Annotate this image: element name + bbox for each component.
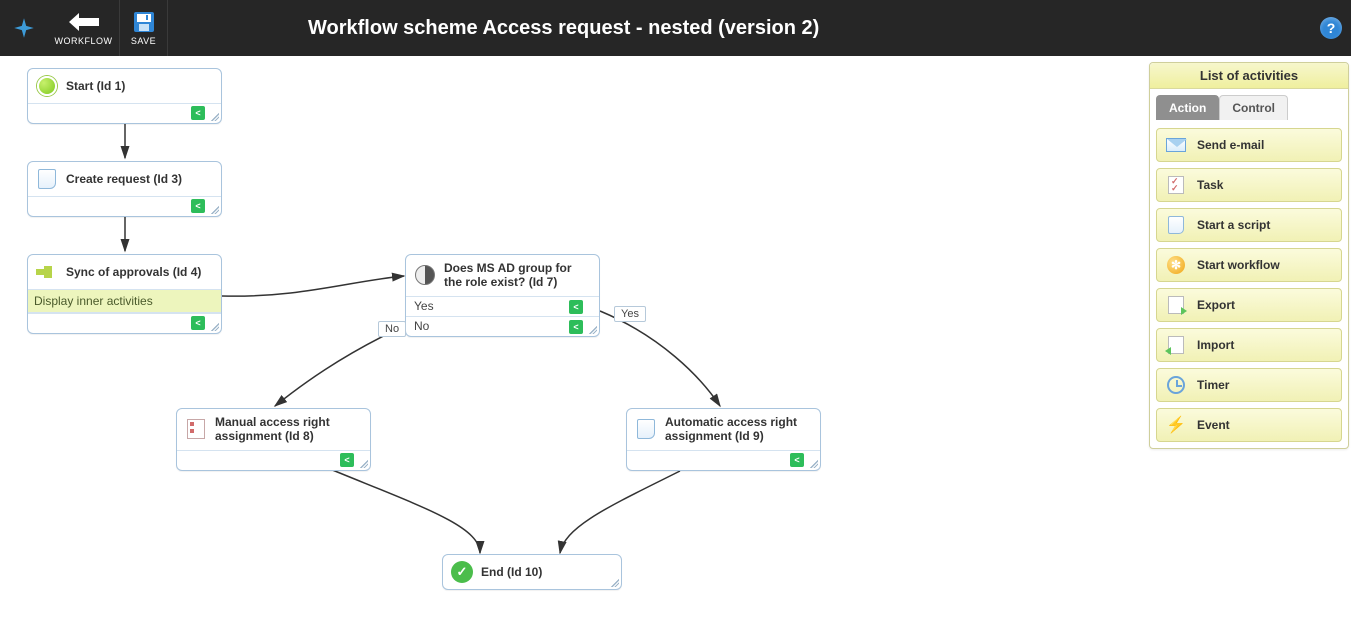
node-create-request[interactable]: Create request (Id 3)	[27, 161, 222, 217]
import-icon	[1165, 335, 1187, 355]
export-icon	[1165, 295, 1187, 315]
workflow-button[interactable]: WORKFLOW	[48, 0, 120, 56]
activity-label: Timer	[1197, 378, 1229, 392]
node-title: Manual access right assignment (Id 8)	[215, 415, 362, 444]
panel-title: List of activities	[1150, 63, 1348, 89]
activity-label: Send e-mail	[1197, 138, 1264, 152]
activity-start-script[interactable]: Start a script	[1156, 208, 1342, 242]
workflow-canvas[interactable]: Start (Id 1) Create request (Id 3) Sync …	[0, 56, 1141, 626]
node-title: End (Id 10)	[481, 565, 613, 579]
activity-label: Event	[1197, 418, 1230, 432]
option-no[interactable]: No	[406, 316, 599, 336]
start-script-icon	[1165, 215, 1187, 235]
activity-export[interactable]: Export	[1156, 288, 1342, 322]
node-manual-assignment[interactable]: Manual access right assignment (Id 8)	[176, 408, 371, 471]
resize-handle[interactable]	[589, 326, 597, 334]
checklist-icon	[185, 418, 207, 440]
activity-label: Start workflow	[1197, 258, 1280, 272]
event-icon: ⚡	[1165, 415, 1187, 435]
workflow-label: WORKFLOW	[55, 36, 113, 46]
resize-handle[interactable]	[211, 323, 219, 331]
share-icon[interactable]	[569, 300, 583, 314]
help-button[interactable]: ?	[1311, 0, 1351, 56]
activity-send-email[interactable]: Send e-mail	[1156, 128, 1342, 162]
document-icon	[635, 418, 657, 440]
option-label: Yes	[414, 299, 434, 313]
activity-label: Export	[1197, 298, 1235, 312]
edge-label-no: No	[378, 321, 406, 337]
tab-action[interactable]: Action	[1156, 95, 1219, 120]
back-arrow-icon	[69, 10, 99, 34]
topbar: WORKFLOW SAVE Workflow scheme Access req…	[0, 0, 1351, 56]
resize-handle[interactable]	[211, 206, 219, 214]
node-title: Start (Id 1)	[66, 79, 213, 93]
sync-icon	[36, 261, 58, 283]
node-sync-approvals[interactable]: Sync of approvals (Id 4) Display inner a…	[27, 254, 222, 334]
node-title: Automatic access right assignment (Id 9)	[665, 415, 812, 444]
display-inner-activities[interactable]: Display inner activities	[28, 289, 221, 313]
save-icon	[133, 10, 155, 34]
resize-handle[interactable]	[810, 460, 818, 468]
activities-panel: List of activities Action Control Send e…	[1149, 62, 1349, 449]
start-icon	[36, 75, 58, 97]
share-icon[interactable]	[191, 316, 205, 330]
node-end[interactable]: End (Id 10)	[442, 554, 622, 590]
node-start[interactable]: Start (Id 1)	[27, 68, 222, 124]
activity-task[interactable]: Task	[1156, 168, 1342, 202]
activity-label: Import	[1197, 338, 1234, 352]
node-title: Sync of approvals (Id 4)	[66, 265, 213, 279]
resize-handle[interactable]	[611, 579, 619, 587]
activity-label: Start a script	[1197, 218, 1270, 232]
page-title: Workflow scheme Access request - nested …	[168, 0, 1311, 56]
node-auto-assignment[interactable]: Automatic access right assignment (Id 9)	[626, 408, 821, 471]
app-logo[interactable]	[0, 0, 48, 56]
option-yes[interactable]: Yes	[406, 296, 599, 316]
panel-tabs: Action Control	[1150, 89, 1348, 122]
resize-handle[interactable]	[211, 113, 219, 121]
activity-timer[interactable]: Timer	[1156, 368, 1342, 402]
document-icon	[36, 168, 58, 190]
share-icon[interactable]	[191, 199, 205, 213]
share-icon[interactable]	[340, 453, 354, 467]
edge-label-yes: Yes	[614, 306, 646, 322]
send-email-icon	[1165, 135, 1187, 155]
share-icon[interactable]	[191, 106, 205, 120]
resize-handle[interactable]	[360, 460, 368, 468]
share-icon[interactable]	[569, 320, 583, 334]
save-label: SAVE	[131, 36, 156, 46]
tab-control[interactable]: Control	[1219, 95, 1288, 120]
activity-event[interactable]: ⚡ Event	[1156, 408, 1342, 442]
save-button[interactable]: SAVE	[120, 0, 168, 56]
node-title: Create request (Id 3)	[66, 172, 213, 186]
activity-import[interactable]: Import	[1156, 328, 1342, 362]
node-title: Does MS AD group for the role exist? (Id…	[444, 261, 591, 290]
task-icon	[1165, 175, 1187, 195]
share-icon[interactable]	[790, 453, 804, 467]
activity-start-workflow[interactable]: Start workflow	[1156, 248, 1342, 282]
condition-icon	[414, 264, 436, 286]
node-decision[interactable]: Does MS AD group for the role exist? (Id…	[405, 254, 600, 337]
activity-list: Send e-mail Task Start a script Start workf…	[1150, 122, 1348, 448]
end-icon	[451, 561, 473, 583]
option-label: No	[414, 319, 429, 333]
start-workflow-icon	[1165, 255, 1187, 275]
help-icon: ?	[1320, 17, 1342, 39]
activity-label: Task	[1197, 178, 1223, 192]
timer-icon	[1165, 375, 1187, 395]
